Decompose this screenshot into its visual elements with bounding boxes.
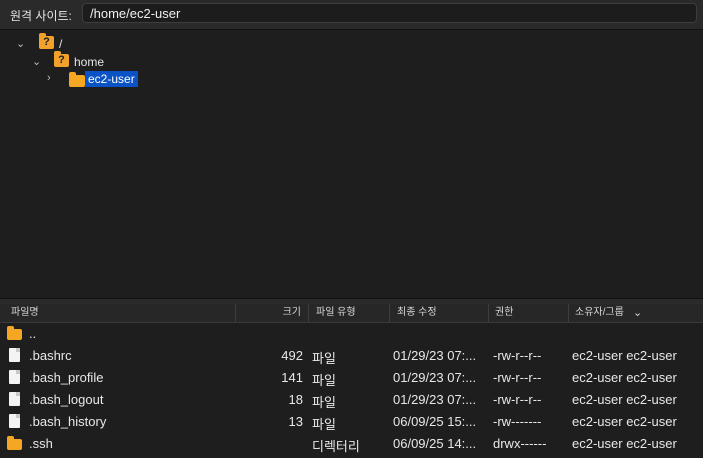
file-permissions: drwx------: [493, 436, 547, 451]
remote-site-bar: 원격 사이트: /home/ec2-user: [0, 0, 703, 30]
chevron-down-icon[interactable]: ⌄: [32, 55, 42, 68]
column-header-size[interactable]: 크기: [236, 304, 309, 322]
folder-icon: [69, 72, 85, 87]
chevron-right-icon[interactable]: ›: [47, 72, 57, 84]
file-modified: 06/09/25 15:...: [393, 414, 477, 429]
file-list-header: 파일명 크기 파일 유형 최종 수정 권한 소유자/그룹 ⌄: [0, 304, 703, 323]
file-icon: [9, 370, 20, 384]
file-name: .bashrc: [29, 348, 72, 363]
tree-item-root[interactable]: ⌄ ? /: [16, 33, 136, 53]
file-permissions: -rw-r--r--: [493, 348, 542, 363]
file-name: .bash_profile: [29, 370, 104, 385]
remote-path-input[interactable]: /home/ec2-user: [82, 3, 697, 23]
file-size: 141: [281, 370, 303, 385]
file-icon: [9, 392, 20, 406]
file-name: .ssh: [29, 436, 53, 451]
table-row[interactable]: .bash_history 13 파일 06/09/25 15:... -rw-…: [0, 411, 703, 433]
tree-item-label: home: [74, 55, 105, 69]
column-label: 크기: [282, 307, 301, 318]
column-label: 소유자/그룹: [575, 307, 624, 318]
file-modified: 01/29/23 07:...: [393, 392, 477, 407]
file-size: 492: [281, 348, 303, 363]
column-header-name[interactable]: 파일명: [0, 304, 236, 322]
file-owner: ec2-user ec2-user: [572, 370, 677, 385]
column-header-modified[interactable]: 최종 수정: [390, 304, 489, 322]
folder-icon: [7, 436, 22, 450]
file-type: 파일: [312, 395, 336, 410]
chevron-down-icon[interactable]: ⌄: [633, 304, 642, 322]
chevron-down-icon[interactable]: ⌄: [16, 37, 26, 50]
unknown-folder-icon: ?: [54, 51, 69, 67]
table-row[interactable]: .bashrc 492 파일 01/29/23 07:... -rw-r--r-…: [0, 345, 703, 367]
file-type: 디렉터리: [312, 439, 360, 454]
tree-item-label: /: [59, 37, 63, 51]
file-owner: ec2-user ec2-user: [572, 392, 677, 407]
unknown-folder-icon: ?: [39, 33, 54, 49]
file-owner: ec2-user ec2-user: [572, 348, 677, 363]
file-size: 13: [288, 414, 303, 429]
file-modified: 01/29/23 07:...: [393, 348, 477, 363]
table-row[interactable]: .bash_logout 18 파일 01/29/23 07:... -rw-r…: [0, 389, 703, 411]
tree-item-ec2-user[interactable]: › ec2-user: [47, 71, 197, 89]
file-owner: ec2-user ec2-user: [572, 436, 677, 451]
column-label: 권한: [495, 307, 514, 318]
file-icon: [9, 348, 20, 362]
file-type: 파일: [312, 351, 336, 366]
column-label: 파일 유형: [316, 307, 356, 318]
file-permissions: -rw-r--r--: [493, 392, 542, 407]
file-permissions: -rw-r--r--: [493, 370, 542, 385]
file-name: .bash_logout: [29, 392, 104, 407]
file-permissions: -rw-------: [493, 414, 542, 429]
file-size: 18: [288, 392, 303, 407]
file-type: 파일: [312, 373, 336, 388]
folder-icon: [7, 326, 22, 340]
table-row[interactable]: .bash_profile 141 파일 01/29/23 07:... -rw…: [0, 367, 703, 389]
file-icon: [9, 414, 20, 428]
table-row[interactable]: .ssh 디렉터리 06/09/25 14:... drwx------ ec2…: [0, 433, 703, 455]
column-label: 파일명: [11, 307, 39, 318]
file-name: .bash_history: [29, 414, 107, 429]
file-modified: 01/29/23 07:...: [393, 370, 477, 385]
file-type: 파일: [312, 417, 336, 432]
column-label: 최종 수정: [397, 307, 437, 318]
tree-item-label-selected: ec2-user: [85, 71, 138, 87]
tree-item-home[interactable]: ⌄ ? home: [32, 51, 182, 71]
column-header-type[interactable]: 파일 유형: [309, 304, 390, 322]
table-row[interactable]: ..: [0, 323, 703, 345]
file-modified: 06/09/25 14:...: [393, 436, 477, 451]
directory-tree: ⌄ ? / ⌄ ? home › ec2-user: [0, 30, 703, 298]
column-header-owner[interactable]: 소유자/그룹 ⌄: [569, 304, 703, 322]
file-list: .. .bashrc 492 파일 01/29/23 07:... -rw-r-…: [0, 323, 703, 458]
remote-site-label: 원격 사이트:: [10, 9, 72, 23]
file-name: ..: [29, 326, 37, 341]
file-owner: ec2-user ec2-user: [572, 414, 677, 429]
column-header-permissions[interactable]: 권한: [489, 304, 569, 322]
